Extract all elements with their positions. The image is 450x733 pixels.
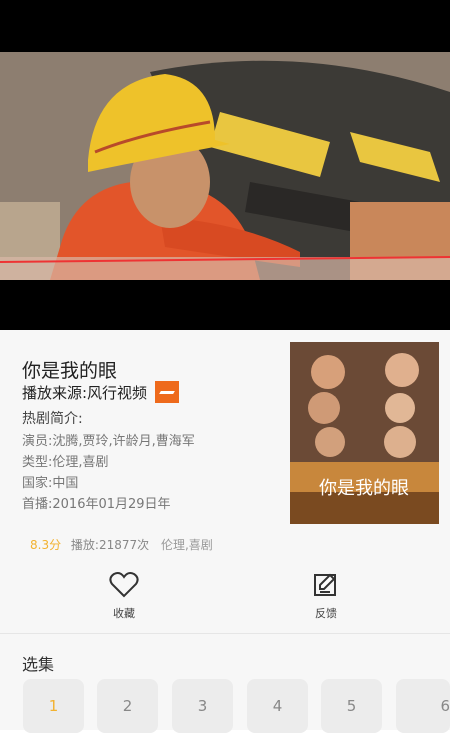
genre-text: 类型:伦理,喜剧 bbox=[22, 455, 109, 470]
episode-button[interactable]: 5 bbox=[321, 679, 382, 733]
premiere-text: 首播:2016年01月29日年 bbox=[22, 497, 171, 512]
show-title: 你是我的眼 bbox=[22, 360, 118, 382]
episode-button[interactable]: 6 bbox=[396, 679, 450, 733]
synopsis-heading: 热剧简介: bbox=[22, 411, 83, 427]
poster-image[interactable]: 你是我的眼 bbox=[290, 342, 439, 524]
video-letterbox bbox=[0, 280, 450, 330]
episode-button[interactable]: 3 bbox=[172, 679, 233, 733]
funshion-logo-icon[interactable] bbox=[155, 381, 180, 403]
tags: 伦理,喜剧 bbox=[160, 538, 213, 552]
stats-row: 8.3分 播放:21877次 伦理,喜剧 bbox=[30, 536, 213, 553]
heart-icon bbox=[109, 572, 139, 598]
episode-button[interactable]: 4 bbox=[247, 679, 308, 733]
episode-button[interactable]: 1 bbox=[23, 679, 84, 733]
favorite-button[interactable]: 收藏 bbox=[94, 570, 154, 621]
feedback-button[interactable]: 反馈 bbox=[296, 570, 356, 621]
source-row: 播放来源:风行视频 bbox=[22, 381, 180, 403]
feedback-label: 反馈 bbox=[315, 607, 337, 620]
actors-text: 演员:沈腾,贾玲,许龄月,曹海军 bbox=[22, 434, 195, 449]
episodes-heading: 选集 bbox=[22, 655, 55, 674]
country-text: 国家:中国 bbox=[22, 476, 79, 491]
poster-title: 你是我的眼 bbox=[319, 478, 409, 499]
edit-icon bbox=[314, 573, 336, 596]
favorite-label: 收藏 bbox=[113, 607, 135, 620]
video-frame bbox=[0, 52, 450, 280]
score: 8.3分 bbox=[30, 538, 62, 552]
video-player[interactable] bbox=[0, 52, 450, 280]
episode-button[interactable]: 2 bbox=[97, 679, 158, 733]
play-count: 播放:21877次 bbox=[70, 538, 150, 552]
source-label: 播放来源:风行视频 bbox=[22, 383, 148, 402]
status-bar-area bbox=[0, 0, 450, 52]
divider bbox=[0, 633, 450, 634]
